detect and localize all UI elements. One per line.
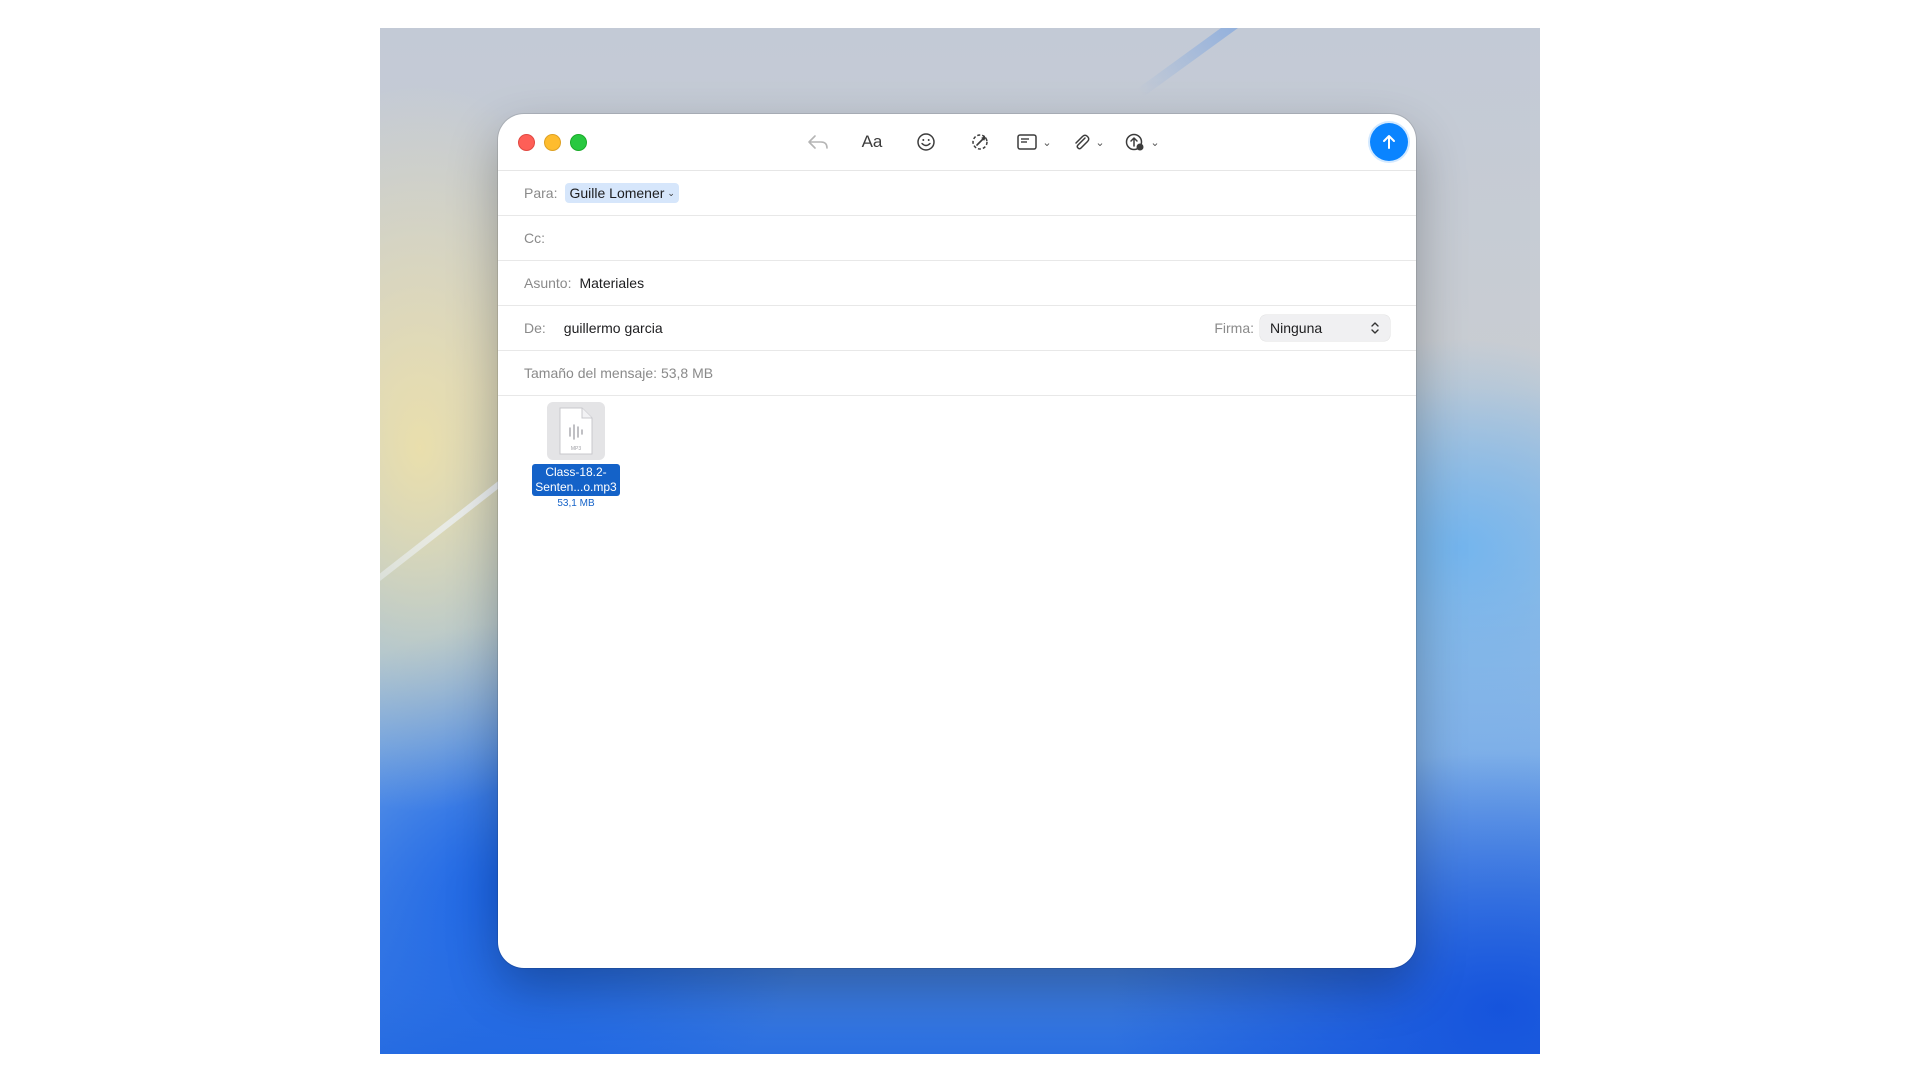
- smiley-icon: [917, 133, 935, 151]
- recipient-name: Guille Lomener: [569, 185, 665, 201]
- signature-label: Firma:: [1214, 320, 1254, 336]
- chevron-down-icon: ⌄: [1095, 136, 1105, 149]
- send-later-icon: [1126, 133, 1144, 151]
- writing-tools-icon: [972, 134, 988, 150]
- reply-button[interactable]: [794, 125, 842, 159]
- paperclip-icon: [1075, 134, 1090, 150]
- to-label: Para:: [524, 185, 558, 201]
- minimize-window-button[interactable]: [544, 134, 561, 151]
- format-label: Aa: [861, 132, 883, 151]
- signature-select[interactable]: Ninguna: [1260, 315, 1390, 341]
- arrow-up-icon: [1383, 135, 1395, 149]
- close-window-button[interactable]: [518, 134, 535, 151]
- format-button[interactable]: Aa: [848, 125, 896, 159]
- send-button[interactable]: [1370, 123, 1408, 161]
- emoji-button[interactable]: [902, 125, 950, 159]
- audio-file-icon: MP3: [559, 407, 593, 455]
- subject-label: Asunto:: [524, 275, 572, 291]
- toolbar: Aa ⌄ ⌄ ⌄: [794, 124, 1166, 160]
- from-value[interactable]: guillermo garcia: [564, 320, 663, 336]
- attachment-size: 53,1 MB: [557, 498, 595, 509]
- signature-control: Firma: Ninguna: [1214, 315, 1390, 341]
- from-label: De:: [524, 320, 546, 336]
- file-type-label: MP3: [571, 446, 582, 452]
- recipient-token[interactable]: Guille Lomener ⌄: [565, 183, 679, 203]
- attach-button[interactable]: ⌄: [1064, 125, 1112, 159]
- header-fields-icon: [1017, 134, 1038, 150]
- message-size: Tamaño del mensaje: 53,8 MB: [498, 351, 1416, 396]
- subject-field[interactable]: Asunto: Materiales: [498, 261, 1416, 306]
- signature-value: Ninguna: [1270, 320, 1323, 336]
- maximize-window-button[interactable]: [570, 134, 587, 151]
- send-later-button[interactable]: ⌄: [1118, 125, 1166, 159]
- title-bar: Aa ⌄ ⌄ ⌄: [498, 114, 1416, 171]
- compose-window: Aa ⌄ ⌄ ⌄ Para: Guille Lomener ⌄ Cc: Asun…: [498, 114, 1416, 968]
- attachment-item[interactable]: MP3 Class-18.2- Senten...o.mp3 53,1 MB: [526, 402, 626, 509]
- attachment-thumbnail: MP3: [547, 402, 605, 460]
- wallpaper-streak-blue: [1137, 28, 1435, 98]
- to-field: Para: Guille Lomener ⌄: [498, 171, 1416, 216]
- writing-tools-button[interactable]: [956, 125, 1004, 159]
- header-fields-button[interactable]: ⌄: [1010, 125, 1058, 159]
- chevron-down-icon: ⌄: [1150, 136, 1160, 149]
- cc-field[interactable]: Cc:: [498, 216, 1416, 261]
- subject-value[interactable]: Materiales: [579, 275, 644, 291]
- chevron-down-icon: ⌄: [1042, 136, 1052, 149]
- from-field: De: guillermo garcia Firma: Ninguna: [498, 306, 1416, 351]
- attachment-name: Class-18.2- Senten...o.mp3: [532, 464, 620, 496]
- chevron-down-icon: ⌄: [667, 187, 675, 198]
- cc-label: Cc:: [524, 230, 545, 246]
- up-down-chevron-icon: [1371, 322, 1379, 334]
- reply-arrow-icon: [808, 135, 828, 149]
- message-size-text: Tamaño del mensaje: 53,8 MB: [524, 365, 714, 381]
